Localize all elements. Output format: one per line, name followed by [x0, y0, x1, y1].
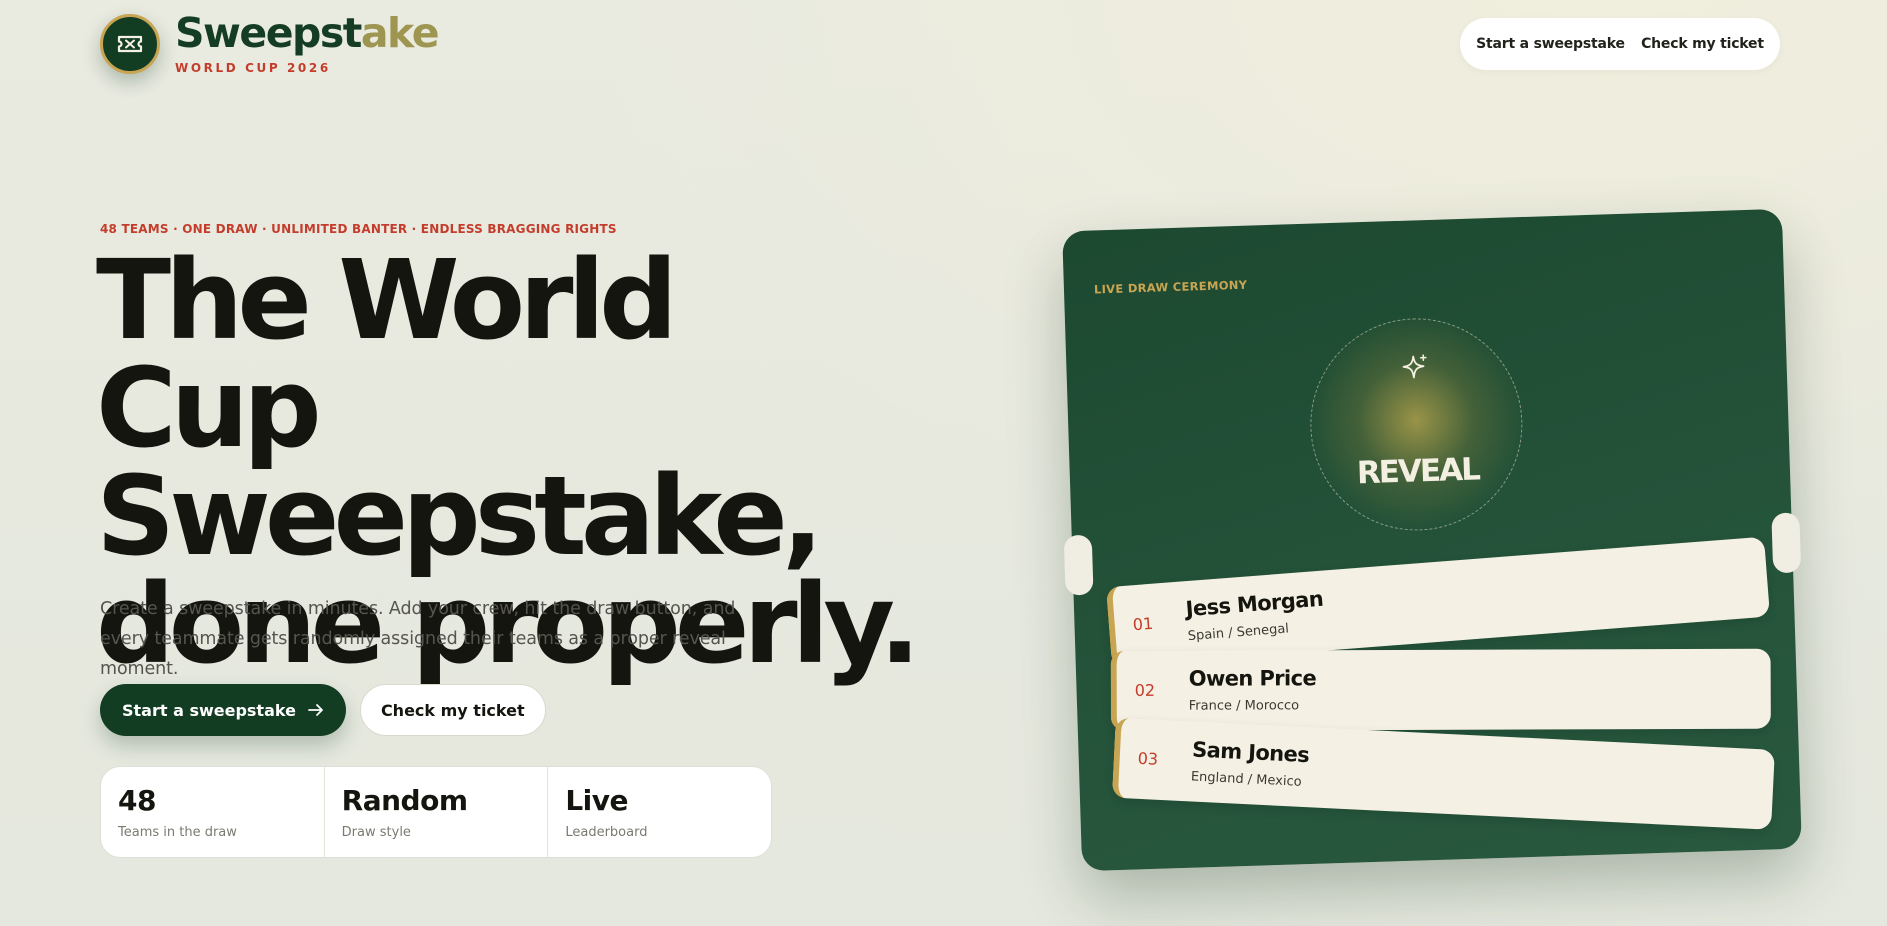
card-notch-left — [1063, 534, 1094, 596]
live-draw-card: LIVE DRAW CEREMONY REVEAL 01 Jess Morgan… — [1062, 208, 1802, 872]
stat-label: Leaderboard — [565, 825, 648, 840]
card-notch-right — [1771, 512, 1802, 574]
ticket-number: 02 — [1134, 680, 1156, 700]
ticket-teams: France / Morocco — [1188, 698, 1300, 714]
stat-teams: 48 Teams in the draw — [101, 767, 325, 857]
cta-row: Start a sweepstake Check my ticket — [100, 684, 546, 736]
top-nav: Start a sweepstake Check my ticket — [1460, 18, 1780, 70]
ticket-card[interactable]: 03 Sam Jones England / Mexico — [1111, 717, 1775, 830]
brand-title: Sweepstake — [175, 9, 440, 57]
stat-value: 48 — [118, 784, 156, 817]
ticket-teams: England / Mexico — [1190, 769, 1302, 790]
ticket-number: 01 — [1132, 613, 1154, 635]
hero-description: Create a sweepstake in minutes. Add your… — [100, 599, 736, 679]
stat-label: Teams in the draw — [118, 825, 237, 840]
stat-leaderboard: Live Leaderboard — [548, 767, 771, 857]
reveal-button[interactable]: REVEAL — [1307, 315, 1526, 534]
stat-draw-style: Random Draw style — [325, 767, 549, 857]
brand-subtitle: WORLD CUP 2026 — [175, 61, 331, 75]
ticket-teams: Spain / Senegal — [1187, 621, 1290, 645]
check-ticket-button[interactable]: Check my ticket — [359, 684, 546, 736]
nav-start-sweepstake-link[interactable]: Start a sweepstake — [1476, 36, 1625, 52]
stats-panel: 48 Teams in the draw Random Draw style L… — [100, 766, 772, 858]
brand-title-main: Sweepst — [175, 9, 362, 57]
start-sweepstake-button[interactable]: Start a sweepstake — [100, 684, 346, 736]
stat-value: Live — [565, 784, 629, 817]
sparkle-icon — [1402, 354, 1427, 379]
headline-line-1: The World Cup — [96, 236, 678, 472]
start-sweepstake-label: Start a sweepstake — [122, 700, 296, 720]
ticket-name: Sam Jones — [1191, 737, 1310, 768]
ticket-card[interactable]: 02 Owen Price France / Morocco — [1110, 648, 1771, 731]
ticket-name: Jess Morgan — [1184, 586, 1324, 622]
reveal-label: REVEAL — [1356, 451, 1480, 492]
brand-title-tail: ake — [360, 9, 440, 57]
nav-check-ticket-link[interactable]: Check my ticket — [1641, 36, 1764, 52]
ticket-number: 03 — [1137, 748, 1159, 769]
draw-card-label: LIVE DRAW CEREMONY — [1093, 277, 1248, 297]
headline-line-2: Sweepstake, — [96, 452, 824, 580]
stat-value: Random — [341, 784, 468, 817]
arrow-right-icon — [308, 704, 323, 716]
brand-logo — [100, 14, 160, 74]
ticket-card[interactable]: 01 Jess Morgan Spain / Senegal — [1105, 536, 1771, 668]
ticket-name: Owen Price — [1188, 666, 1317, 691]
brand[interactable]: Sweepstake WORLD CUP 2026 — [100, 9, 440, 75]
stat-label: Draw style — [341, 825, 411, 840]
ticket-icon — [117, 35, 143, 53]
hero-eyebrow: 48 TEAMS · ONE DRAW · UNLIMITED BANTER ·… — [100, 222, 617, 236]
